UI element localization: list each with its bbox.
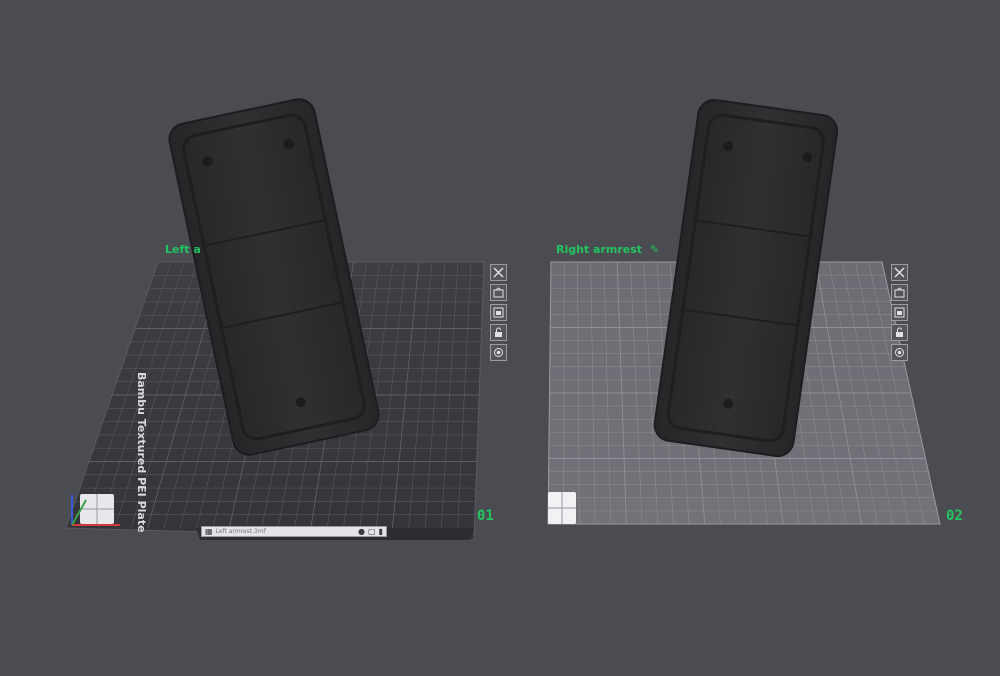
plate-1-toolbar: ▦ Left armrest.3mf ● ▢ ▮ <box>201 526 387 537</box>
plate-1-type-name: Bambu Textured PEI Plate <box>135 372 148 533</box>
plate-2-number[interactable]: 02 <box>946 508 963 524</box>
plate-1-label[interactable]: Left a <box>165 243 201 256</box>
arrange-icon[interactable] <box>490 304 507 321</box>
lock-icon[interactable] <box>490 324 507 341</box>
plate-2-label-text: Right armrest <box>556 243 643 256</box>
grid-icon[interactable]: ▦ <box>205 527 213 536</box>
plate-1-origin-badge <box>80 494 114 524</box>
arrange-icon[interactable] <box>891 304 908 321</box>
bulb-icon[interactable]: ● <box>358 527 365 536</box>
auto-orient-icon[interactable] <box>891 284 908 301</box>
3d-viewport[interactable]: Left a Right armrest ✎ Bambu Textured PE… <box>0 0 1000 676</box>
auto-orient-icon[interactable] <box>490 284 507 301</box>
lock-icon[interactable] <box>891 324 908 341</box>
pin-icon[interactable]: ▮ <box>379 527 383 536</box>
plate-1-number[interactable]: 01 <box>477 508 494 524</box>
camera-icon[interactable]: ▢ <box>368 527 376 536</box>
close-icon[interactable] <box>891 264 908 281</box>
plate-1-filename: Left armrest.3mf <box>215 528 266 535</box>
settings-icon[interactable] <box>490 344 507 361</box>
plate-2-tools <box>891 264 908 361</box>
close-icon[interactable] <box>490 264 507 281</box>
plate-2-origin-badge <box>548 492 576 524</box>
edit-pencil-icon[interactable]: ✎ <box>650 243 659 256</box>
settings-icon[interactable] <box>891 344 908 361</box>
plate-2-label[interactable]: Right armrest ✎ <box>556 243 659 256</box>
plate-1-tools <box>490 264 507 361</box>
